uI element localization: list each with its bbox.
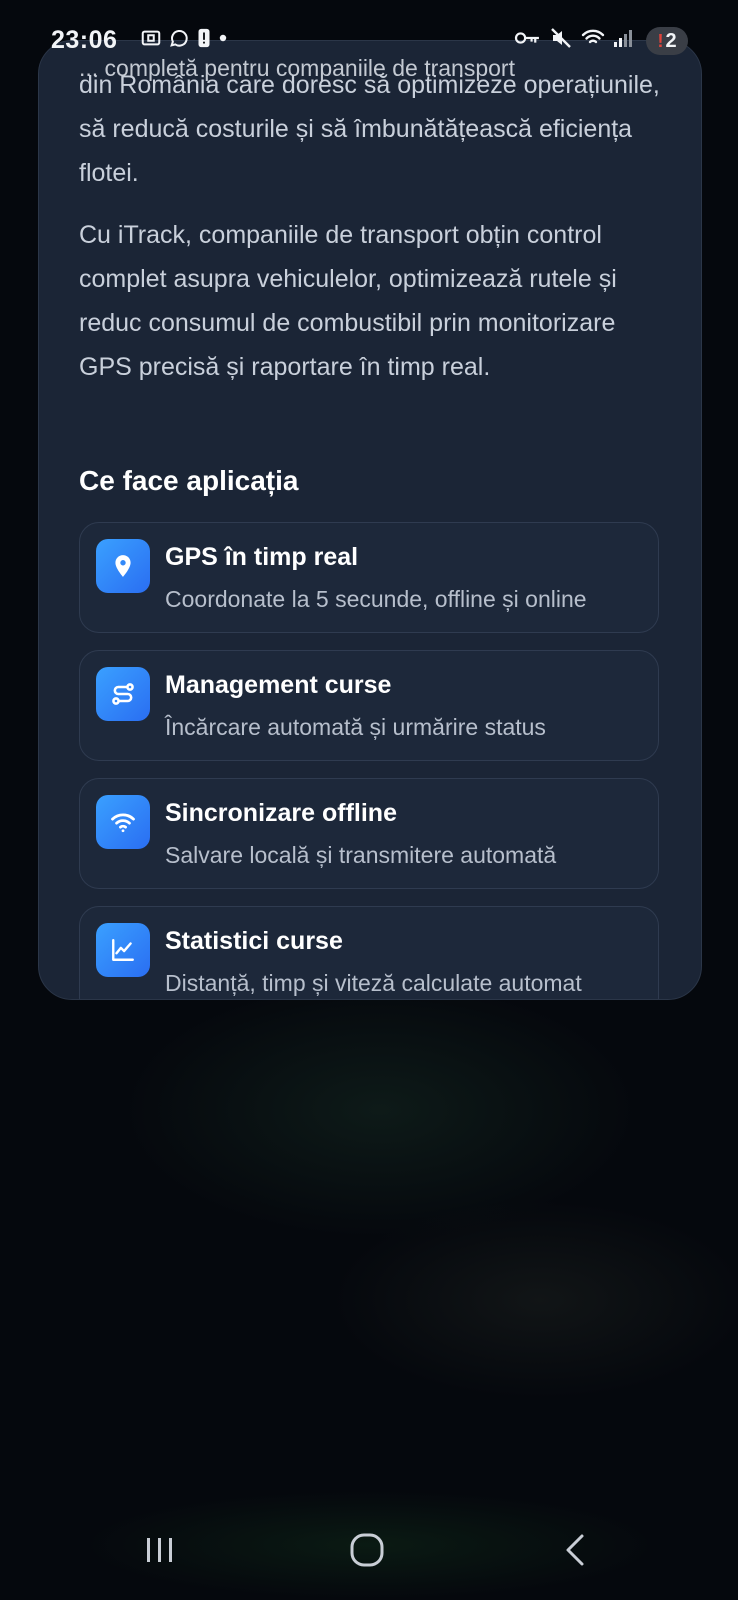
wifi-icon [96,795,150,849]
feature-description: Distanță, timp și viteză calculate autom… [165,970,582,996]
wifi-icon [581,29,605,44]
home-button[interactable] [346,1530,390,1570]
intro-paragraph: din România care doresc să optimizeze op… [79,71,660,187]
feature-card-gps[interactable]: GPS în timp real Coordonate la 5 secunde… [79,522,659,633]
back-button[interactable] [556,1530,596,1570]
recent-apps-button[interactable] [140,1530,180,1570]
notification-badge[interactable]: ! 2 [646,27,688,55]
feature-card-stats[interactable]: Statistici curse Distanță, timp și vitez… [79,906,659,999]
feature-description: Încărcare automată și urmărire status [165,714,546,740]
signal-icon [614,30,632,47]
feature-card-sync[interactable]: Sincronizare offline Salvare locală și t… [79,778,659,889]
status-icons-left [140,27,228,49]
status-bar: 23:06 ! 2 [0,0,738,80]
section-title: Ce face aplicația [79,465,299,496]
recent-apps-icon [147,1538,172,1562]
description-paragraph: Cu iTrack, companiile de transport obțin… [79,221,617,381]
status-icons-right [512,26,636,50]
feature-description: Coordonate la 5 secunde, offline și onli… [165,586,587,612]
feature-card-management[interactable]: Management curse Încărcare automată și u… [79,650,659,761]
notification-count: 2 [665,29,677,52]
route-icon [96,667,150,721]
screenshot-icon [141,30,161,46]
app-content-card[interactable]: ... completă pentru companiile de transp… [38,40,702,1000]
dot-icon [219,34,227,42]
whatsapp-icon [170,29,188,47]
vpn-key-icon [514,32,539,44]
background-glow [330,1200,738,1400]
status-time: 23:06 [51,26,118,54]
navigation-bar [0,1500,738,1600]
feature-title: Management curse [165,671,392,699]
back-icon [566,1534,584,1566]
feature-title: Statistici curse [165,927,343,955]
home-icon [350,1533,384,1567]
feature-title: Sincronizare offline [165,799,397,827]
location-pin-icon [96,539,150,593]
alert-icon [198,28,210,48]
feature-title: GPS în timp real [165,543,359,571]
notification-alert: ! [657,30,664,51]
feature-description: Salvare locală și transmitere automată [165,842,557,868]
mute-icon [551,28,571,48]
chart-icon [96,923,150,977]
